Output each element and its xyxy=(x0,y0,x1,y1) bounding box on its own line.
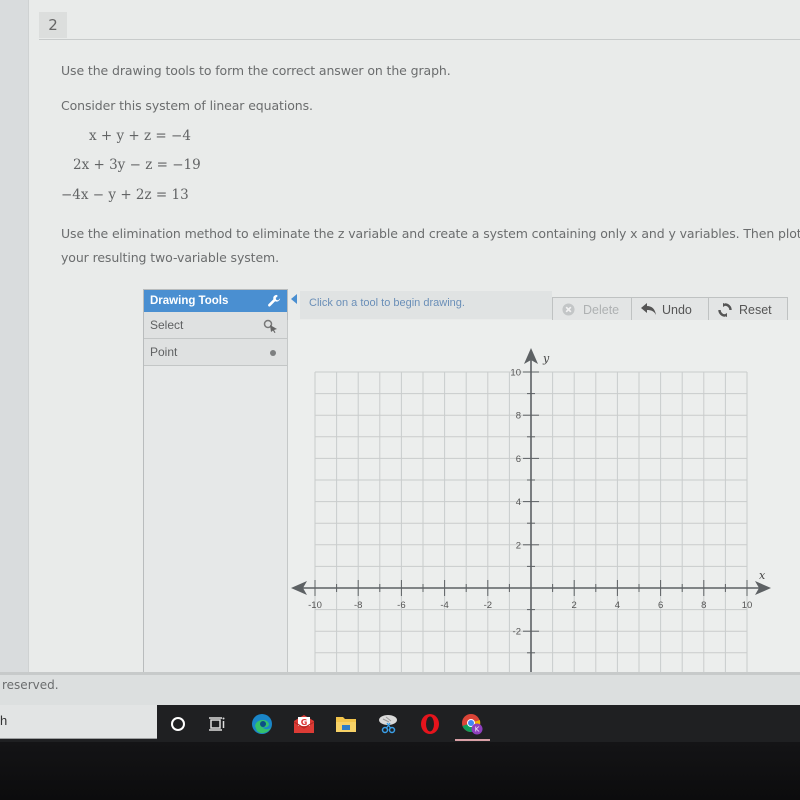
x-tick-label: 8 xyxy=(701,600,706,611)
x-tick-label: -10 xyxy=(308,600,322,611)
y-tick-label: -2 xyxy=(513,627,521,638)
chrome-profile-icon[interactable]: K xyxy=(460,712,484,736)
chrome-profile-initial: K xyxy=(475,726,480,734)
x-tick-label: 10 xyxy=(742,600,753,611)
x-tick-label: -8 xyxy=(354,600,362,611)
equation-2: 2x + 3y − z = −19 xyxy=(73,157,201,173)
undo-label: Undo xyxy=(662,303,692,317)
y-tick-label: 10 xyxy=(510,368,521,379)
reset-label: Reset xyxy=(739,303,772,317)
tool-select[interactable]: Select xyxy=(144,312,287,339)
file-explorer-icon[interactable] xyxy=(334,712,358,736)
instruction-text: Use the drawing tools to form the correc… xyxy=(61,63,451,78)
pointer-magnifier-icon xyxy=(263,319,277,333)
elimination-instruction: Use the elimination method to eliminate … xyxy=(61,226,800,241)
monitor-bezel xyxy=(0,742,800,800)
snip-sketch-icon[interactable] xyxy=(376,712,400,736)
drawing-tools-header: Drawing Tools xyxy=(144,290,287,312)
undo-arrow-icon xyxy=(641,303,656,315)
active-app-indicator xyxy=(455,739,490,741)
reset-refresh-icon xyxy=(718,303,732,317)
equation-1: x + y + z = −4 xyxy=(89,128,191,144)
y-axis-label: y xyxy=(542,352,550,365)
divider xyxy=(39,39,800,40)
search-text-fragment: h xyxy=(0,713,8,728)
coordinate-graph[interactable]: x y -10 -8 -6 -4 -2 2 4 6 8 10 10 8 6 4 2 -2 xyxy=(287,320,800,672)
opera-icon[interactable] xyxy=(418,712,442,736)
elimination-instruction-cont: your resulting two-variable system. xyxy=(61,250,279,265)
tool-point-label: Point xyxy=(150,345,178,359)
gmail-icon[interactable]: G xyxy=(292,712,316,736)
y-tick-label: 8 xyxy=(516,411,521,422)
equation-3: −4x − y + 2z = 13 xyxy=(61,187,189,203)
x-tick-label: 6 xyxy=(658,600,663,611)
y-tick-label: 2 xyxy=(516,540,521,551)
question-number: 2 xyxy=(39,12,67,38)
x-tick-label: 2 xyxy=(572,600,577,611)
svg-text:G: G xyxy=(301,718,308,727)
delete-label: Delete xyxy=(583,303,620,317)
copyright-text: reserved. xyxy=(2,678,59,692)
wrench-icon[interactable] xyxy=(267,294,281,308)
task-view-icon[interactable] xyxy=(205,712,229,736)
intro-text: Consider this system of linear equations… xyxy=(61,98,313,113)
y-tick-label: 6 xyxy=(516,454,521,465)
dot-icon xyxy=(270,350,276,356)
x-tick-label: -2 xyxy=(484,600,492,611)
drawing-tools-panel: Drawing Tools Select Point xyxy=(143,289,288,674)
x-tick-label: -4 xyxy=(440,600,448,611)
cortana-icon[interactable] xyxy=(166,712,190,736)
x-tick-label: -6 xyxy=(397,600,405,611)
x-tick-label: 4 xyxy=(615,600,620,611)
drawing-tools-title: Drawing Tools xyxy=(150,295,229,307)
status-message: Click on a tool to begin drawing. xyxy=(300,291,552,319)
browser-viewport: 2 Use the drawing tools to form the corr… xyxy=(0,0,800,705)
delete-x-icon xyxy=(562,303,575,316)
collapse-panel-icon[interactable] xyxy=(291,294,297,304)
y-tick-label: 4 xyxy=(516,497,521,508)
edge-icon[interactable] xyxy=(250,712,274,736)
x-axis-label: x xyxy=(759,569,766,582)
taskbar-search-box[interactable]: h xyxy=(0,705,157,739)
tool-point[interactable]: Point xyxy=(144,339,287,366)
page-footer xyxy=(0,672,800,705)
tool-select-label: Select xyxy=(150,318,184,332)
